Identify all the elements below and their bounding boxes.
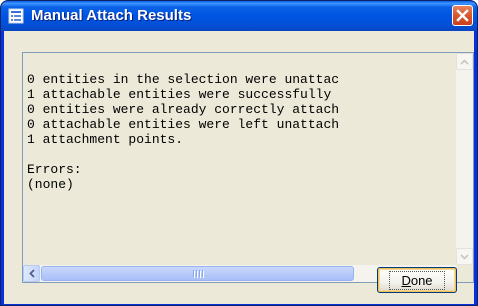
done-button-focus-ring: Done (389, 270, 445, 290)
dialog-client-area: 0 entities in the selection were unattac… (4, 31, 474, 304)
result-line: 1 attachment points. (27, 132, 184, 147)
grip-icon (192, 270, 203, 277)
done-label: one (410, 272, 433, 288)
scroll-left-button[interactable] (23, 265, 40, 282)
close-button[interactable] (452, 5, 473, 26)
close-icon (456, 9, 469, 22)
result-line: 0 attachable entities were left unattach (27, 117, 340, 132)
result-line: 1 attachable entities were successfully (27, 87, 332, 102)
horizontal-scroll-thumb[interactable] (41, 266, 354, 281)
result-line: 0 entities in the selection were unattac (27, 72, 340, 87)
window-title: Manual Attach Results (31, 7, 192, 24)
results-text: 0 entities in the selection were unattac… (27, 57, 447, 247)
result-line: 0 entities were already correctly attach (27, 102, 340, 117)
chevron-left-icon (28, 269, 35, 278)
done-button[interactable]: Done (377, 267, 457, 293)
title-bar[interactable]: Manual Attach Results (1, 1, 477, 31)
list-window-icon (8, 8, 24, 24)
scroll-up-button[interactable] (456, 53, 473, 70)
done-accelerator: D (401, 272, 411, 288)
scroll-down-button[interactable] (456, 248, 473, 265)
scrollbar-corner (456, 265, 473, 282)
results-text-area[interactable]: 0 entities in the selection were unattac… (22, 52, 474, 283)
errors-value: (none) (27, 177, 74, 192)
vertical-scrollbar[interactable] (456, 53, 473, 265)
errors-heading: Errors: (27, 162, 82, 177)
chevron-up-icon (460, 58, 469, 65)
dialog-window: Manual Attach Results 0 entities in the … (0, 0, 478, 306)
chevron-down-icon (460, 253, 469, 260)
